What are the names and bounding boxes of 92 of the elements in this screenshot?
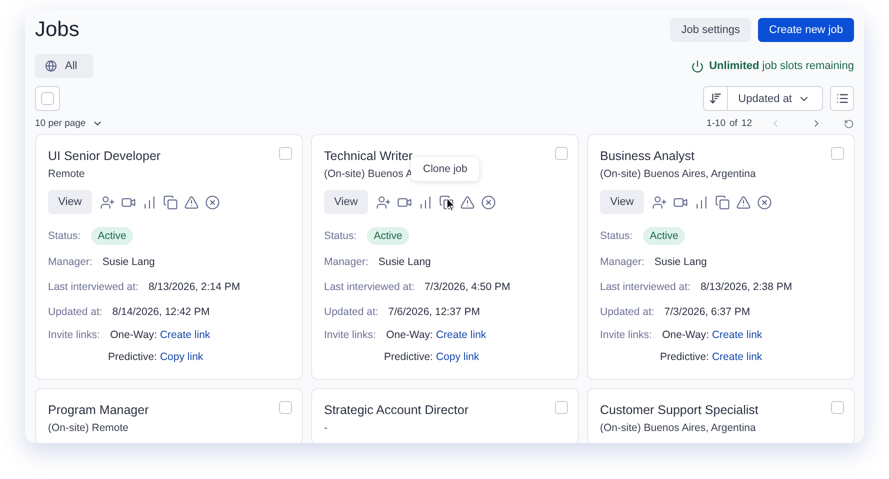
filter-button[interactable]: All [35,54,94,78]
bar-chart-icon[interactable] [142,194,157,210]
job-location: (On-site) Buenos Aires, Argentina [600,422,756,434]
field-label: Status: [324,230,357,242]
card-checkbox[interactable] [555,147,568,160]
field-label: Manager: [48,256,92,268]
job-location: Remote [48,168,85,180]
add-person-icon[interactable] [376,194,391,210]
job-location: (On-site) Buenos Aires, Argentina [600,168,756,180]
field-value: 7/6/2026, 12:37 PM [388,306,480,318]
card-checkbox[interactable] [279,401,292,414]
job-title[interactable]: Program Manager [48,403,149,417]
job-location: (On-site) Remote [48,422,129,434]
field-value: Susie Lang [654,256,707,268]
slots-text: Unlimited job slots remaining [709,60,854,72]
status-badge: Active [90,227,134,245]
view-button[interactable]: View [600,190,644,214]
field-value: 7/3/2026, 4:50 PM [424,281,510,293]
list-icon [836,92,848,105]
job-location: - [324,422,328,434]
invite-link[interactable]: Create link [436,329,566,341]
job-title[interactable]: Technical Writer [324,149,413,163]
field-label: Last interviewed at: [600,281,690,293]
field-label: Manager: [324,256,368,268]
card-checkbox[interactable] [831,147,844,160]
page-of: of [729,118,738,129]
invite-link[interactable]: Create link [712,329,842,341]
close-circle-icon[interactable] [757,194,772,210]
invite-link[interactable]: Create link [712,351,842,363]
close-circle-icon[interactable] [481,194,496,210]
power-icon [691,60,704,72]
bar-chart-icon[interactable] [694,194,709,210]
invite-type: One-Way: [386,329,433,341]
invite-link[interactable]: Copy link [160,351,290,363]
field-label: Last interviewed at: [48,281,138,293]
select-all-checkbox[interactable] [35,86,60,111]
card-checkbox[interactable] [831,401,844,414]
warning-icon[interactable] [460,194,475,210]
cursor-icon [446,197,456,212]
card-checkbox[interactable] [555,401,568,414]
card-checkbox[interactable] [279,147,292,160]
job-title[interactable]: Business Analyst [600,149,694,163]
status-badge: Active [366,227,410,245]
close-circle-icon[interactable] [205,194,220,210]
view-button[interactable]: View [48,190,92,214]
invite-type: One-Way: [662,329,709,341]
invite-type: One-Way: [110,329,157,341]
warning-icon[interactable] [184,194,199,210]
field-value: Susie Lang [102,256,155,268]
field-label: Updated at: [600,306,654,318]
invite-type: Predictive: [660,351,709,363]
invite-type: Predictive: [384,351,433,363]
list-view-button[interactable] [830,86,854,111]
field-value: 7/3/2026, 6:37 PM [664,306,750,318]
field-value: 8/14/2026, 12:42 PM [112,306,210,318]
refresh-button[interactable] [844,118,854,128]
add-person-icon[interactable] [652,194,667,210]
field-label: Invite links: [600,329,652,341]
bar-chart-icon[interactable] [418,194,433,210]
invite-type: Predictive: [108,351,157,363]
field-label: Updated at: [48,306,102,318]
field-value: 8/13/2026, 2:38 PM [700,281,792,293]
field-label: Manager: [600,256,644,268]
field-label: Updated at: [324,306,378,318]
copy-icon[interactable] [715,194,730,210]
sort-icon [709,92,722,105]
page-total: 12 [741,118,752,129]
page-range: 1-10 [706,118,726,129]
field-value: 8/13/2026, 2:14 PM [148,281,240,293]
refresh-icon [844,118,854,128]
job-title[interactable]: Strategic Account Director [324,403,469,417]
warning-icon[interactable] [736,194,751,210]
clone-tooltip: Clone job [411,157,480,181]
copy-icon[interactable] [163,194,178,210]
settings-button[interactable]: Job settings [670,18,751,42]
invite-link[interactable]: Copy link [436,351,566,363]
per-page-dropdown[interactable]: 10 per page [35,118,103,129]
globe-icon [45,60,57,72]
field-label: Status: [600,230,633,242]
job-title[interactable]: UI Senior Developer [48,149,161,163]
field-label: Last interviewed at: [324,281,414,293]
field-label: Status: [48,230,81,242]
view-button[interactable]: View [324,190,368,214]
field-label: Invite links: [324,329,376,341]
status-badge: Active [642,227,686,245]
invite-link[interactable]: Create link [160,329,290,341]
field-label: Invite links: [48,329,100,341]
page-title: Jobs [35,18,80,42]
field-value: Susie Lang [378,256,431,268]
job-title[interactable]: Customer Support Specialist [600,403,758,417]
create-button[interactable]: Create new job [758,18,854,42]
add-person-icon[interactable] [100,194,115,210]
